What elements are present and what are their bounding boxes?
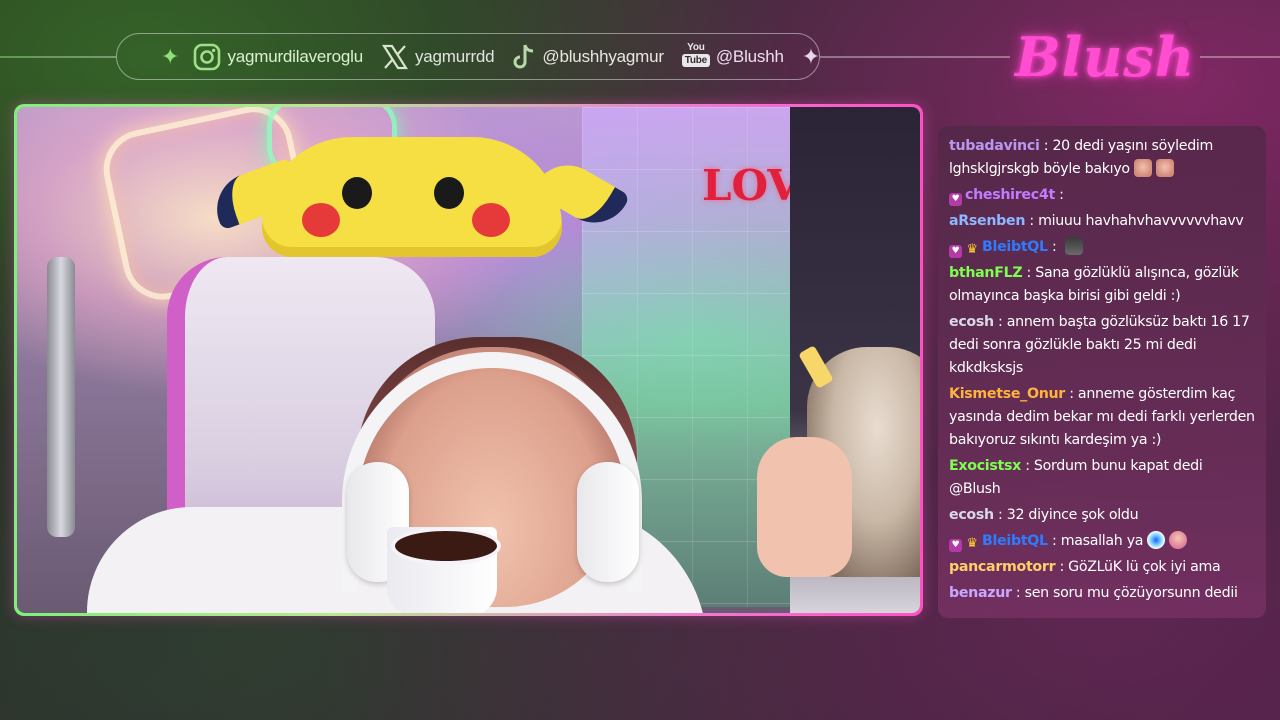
chat-username[interactable]: bthanFLZ — [949, 265, 1023, 281]
face-emote-icon — [1133, 159, 1152, 177]
chat-separator: : — [1011, 585, 1025, 601]
chat-username[interactable]: BleibtQL — [982, 533, 1048, 549]
chat-text: sen soru mu çözüyorsunn dedii — [1024, 585, 1238, 601]
chat-message: ♥ cheshirec4t : — [949, 184, 1256, 207]
chat-separator: : — [1055, 559, 1069, 575]
chat-username[interactable]: Kismetse_Onur — [949, 386, 1065, 402]
chat-username[interactable]: Exocistsx — [949, 458, 1021, 474]
header-divider-left — [0, 56, 116, 58]
chat-username[interactable]: benazur — [949, 585, 1012, 601]
tiktok-icon — [513, 44, 534, 68]
chat-separator: : — [1022, 265, 1036, 281]
chat-message: bthanFLZ : Sana gözlüklü alışınca, gözlü… — [949, 262, 1256, 308]
header-divider-far-right — [1200, 56, 1280, 58]
chat-separator: : — [1047, 533, 1061, 549]
chat-separator: : — [1047, 239, 1061, 255]
pikachu-eye-right — [434, 177, 464, 209]
chat-text: 32 diyince şok oldu — [1006, 507, 1139, 523]
chat-separator: : — [993, 507, 1007, 523]
x-icon — [381, 44, 408, 69]
social-x[interactable]: yagmurrdd — [381, 43, 495, 71]
social-links-bar: ✦ yagmurdilaveroglu yagmurrdd @blushhyag… — [116, 33, 820, 80]
chat-message: ecosh : annem başta gözlüksüz baktı 16 1… — [949, 311, 1256, 380]
youtube-handle: @Blushh — [715, 46, 784, 66]
instagram-icon — [194, 43, 221, 70]
chat-panel: tubadavinci : 20 dedi yaşını söyledim lg… — [938, 126, 1266, 618]
chat-message: ecosh : 32 diyince şok oldu — [949, 504, 1256, 527]
channel-logo: Blush — [1014, 25, 1196, 89]
social-instagram[interactable]: yagmurdilaveroglu — [193, 43, 363, 71]
chat-username[interactable]: tubadavinci — [949, 138, 1040, 154]
chat-message: Kismetse_Onur : anneme gösterdim kaç yas… — [949, 383, 1256, 452]
chat-message: Exocistsx : Sordum bunu kapat dedi @Blus… — [949, 455, 1256, 501]
chat-username[interactable]: BleibtQL — [982, 239, 1048, 255]
chat-separator: : — [1021, 458, 1034, 474]
x-handle: yagmurrdd — [414, 46, 495, 66]
crown-badge-icon: ♛ — [966, 242, 978, 257]
chat-message-list: tubadavinci : 20 dedi yaşını söyledim lg… — [949, 135, 1256, 605]
chat-separator: : — [993, 314, 1007, 330]
webcam-frame: LOVE — [14, 104, 923, 616]
mic-arm — [47, 257, 75, 537]
youtube-logo-tube: Tube — [681, 53, 711, 67]
eye-emote-icon — [1147, 531, 1166, 549]
pikachu-plush — [206, 137, 631, 257]
pikachu-cheek-left — [302, 203, 340, 237]
social-tiktok[interactable]: @blushhyagmur — [512, 43, 664, 71]
chat-text: GöZLüK lü çok iyi ama — [1068, 559, 1221, 575]
chat-username[interactable]: ecosh — [949, 507, 994, 523]
chat-separator: : — [1054, 187, 1064, 203]
chat-message: ♥ ♛ BleibtQL : masallah ya — [949, 530, 1256, 553]
coffee-mug-top — [391, 527, 501, 565]
chat-username[interactable]: pancarmotorr — [949, 559, 1056, 575]
header-divider-right — [820, 56, 1010, 58]
subscriber-badge-icon: ♥ — [949, 245, 962, 258]
girl-emote-icon — [1169, 531, 1188, 549]
youtube-icon: You Tube — [681, 41, 711, 72]
chat-text: miuuu havhahvhavvvvvvhavv — [1038, 213, 1244, 229]
crown-badge-icon: ♛ — [966, 536, 978, 551]
chat-message: benazur : sen soru mu çözüyorsunn dedii — [949, 582, 1256, 605]
pikachu-eye-left — [342, 177, 372, 209]
instagram-handle: yagmurdilaveroglu — [227, 46, 363, 66]
chat-username[interactable]: cheshirec4t — [965, 187, 1055, 203]
chat-message: ♥ ♛ BleibtQL : — [949, 236, 1256, 259]
sparkle-icon: ✦ — [161, 43, 180, 69]
chat-username[interactable]: aRsenben — [949, 213, 1025, 229]
pikachu-cheek-right — [472, 203, 510, 237]
chat-separator: : — [1039, 138, 1053, 154]
chat-separator: : — [1025, 213, 1039, 229]
subscriber-badge-icon: ♥ — [949, 539, 962, 552]
chat-message: pancarmotorr : GöZLüK lü çok iyi ama — [949, 556, 1256, 579]
sparkle-icon: ✦ — [801, 43, 821, 69]
streamer-hand — [757, 437, 852, 577]
chat-message: aRsenben : miuuu havhahvhavvvvvvhavv — [949, 210, 1256, 233]
headphones-earcup-right — [577, 462, 639, 582]
subscriber-badge-icon: ♥ — [949, 193, 962, 206]
face-emote-icon — [1155, 159, 1174, 177]
webcam-feed: LOVE — [17, 107, 920, 613]
chat-separator: : — [1065, 386, 1078, 402]
tiktok-handle: @blushhyagmur — [542, 46, 664, 66]
youtube-logo-you: You — [687, 41, 705, 53]
pc-emote-icon — [1064, 237, 1083, 255]
chat-text: masallah ya — [1060, 533, 1144, 549]
social-youtube[interactable]: You Tube @Blushh — [681, 41, 784, 72]
chat-message: tubadavinci : 20 dedi yaşını söyledim lg… — [949, 135, 1256, 181]
chat-username[interactable]: ecosh — [949, 314, 994, 330]
